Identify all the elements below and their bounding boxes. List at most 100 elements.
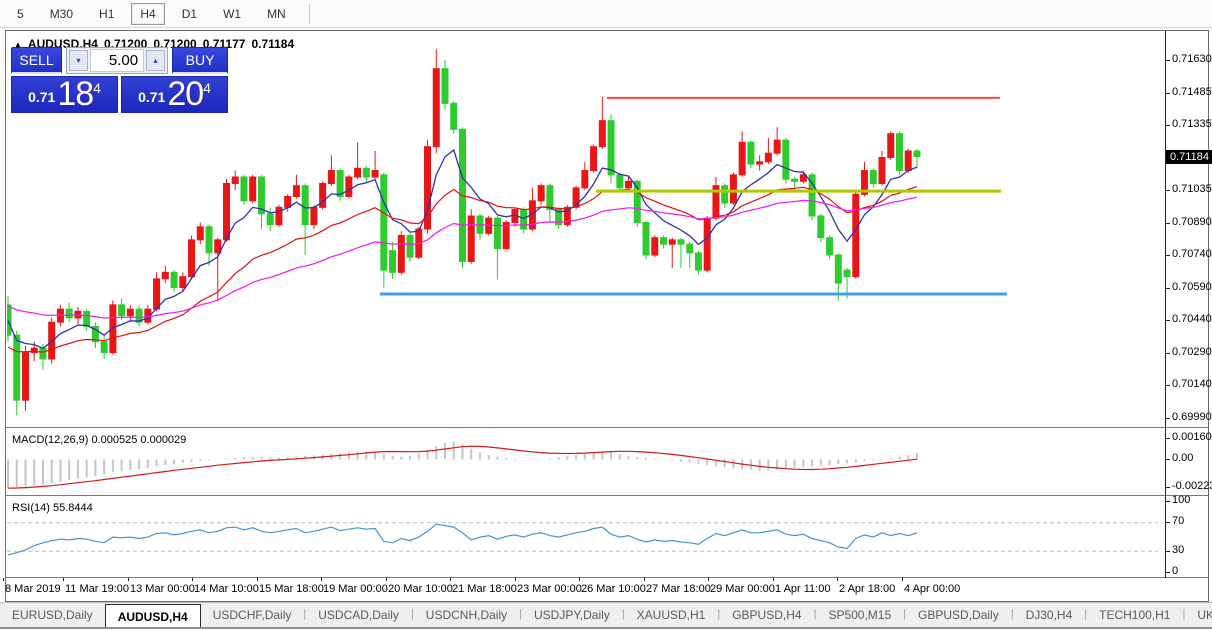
sell-quote-box[interactable]: 0.71 18 4 <box>11 76 118 113</box>
candle-body <box>756 161 764 165</box>
candle-body <box>651 237 659 256</box>
price-axis-label-tick <box>1165 222 1170 224</box>
rsi-axis-label: 0 <box>1172 565 1179 577</box>
timeframe-button-h4[interactable]: H4 <box>131 2 165 25</box>
time-axis-tick <box>644 578 645 581</box>
candle-body <box>179 276 187 289</box>
macd-axis-label-tick <box>1165 438 1170 439</box>
symbol-tab-usdjpy[interactable]: USDJPY,Daily <box>522 603 622 627</box>
candle-body <box>13 334 21 401</box>
price-axis-label-tick <box>1165 60 1170 61</box>
time-axis-tick <box>257 578 258 581</box>
macd-pane-canvas[interactable] <box>7 430 1158 494</box>
macd-axis-label: 0.001605 <box>1172 431 1212 443</box>
symbol-tab-gbpusd[interactable]: GBPUSD,Daily <box>906 603 1011 627</box>
volume-decrease-button[interactable]: ▾ <box>69 50 89 71</box>
price-axis-label: 0.71630 <box>1172 53 1212 65</box>
candle-body <box>336 170 344 198</box>
price-axis-label: 0.71335 <box>1172 118 1212 130</box>
candle-body <box>485 217 493 234</box>
buy-price-prefix: 0.71 <box>138 89 166 105</box>
time-axis-tick <box>63 578 64 581</box>
quote-close: 0.71184 <box>251 37 295 51</box>
candle-body <box>869 170 877 185</box>
candle-body <box>773 139 781 154</box>
symbol-tab-dj30[interactable]: DJ30,H4 <box>1014 603 1085 627</box>
candle-body <box>502 222 510 250</box>
price-axis-label-tick <box>1165 287 1170 289</box>
candle-body <box>39 347 47 360</box>
candle-body <box>721 185 729 204</box>
candle-body <box>406 235 414 258</box>
candle-body <box>581 170 589 189</box>
candle-body <box>301 185 309 226</box>
time-axis-label: 19 Mar 00:00 <box>323 583 388 595</box>
symbol-tab-usdchf[interactable]: USDCHF,Daily <box>201 603 304 627</box>
symbol-tab-usdcad[interactable]: USDCAD,Daily <box>306 603 411 627</box>
symbol-tab-eurusd[interactable]: EURUSD,Daily <box>0 603 105 627</box>
symbol-tab-audusd[interactable]: AUDUSD,H4 <box>104 604 201 627</box>
symbol-tab-usdcnh[interactable]: USDCNH,Daily <box>414 603 519 627</box>
time-axis-tick <box>773 578 774 581</box>
price-axis-label: 0.70590 <box>1172 280 1212 293</box>
candle-body <box>616 174 624 189</box>
time-axis-label: 4 Apr 00:00 <box>904 583 961 595</box>
buy-quote-box[interactable]: 0.71 20 4 <box>121 76 228 113</box>
volume-increase-button[interactable]: ▴ <box>146 50 166 71</box>
candle-body <box>371 170 379 178</box>
rsi-pane-canvas[interactable] <box>7 498 1158 577</box>
candle-body <box>913 150 921 158</box>
time-axis-tick <box>515 578 516 581</box>
pane-splitter-macd[interactable] <box>6 427 1208 429</box>
candle-body <box>843 269 851 278</box>
price-axis-label: 0.70890 <box>1172 215 1212 228</box>
current-price-tag: 0.71184 <box>1166 150 1212 164</box>
price-axis-label: 0.69990 <box>1172 410 1212 423</box>
candle-body <box>345 176 353 198</box>
sell-button[interactable]: SELL <box>11 47 63 74</box>
timeframe-button-h1[interactable]: H1 <box>90 3 123 25</box>
candle-body <box>493 217 501 250</box>
pane-splitter-rsi[interactable] <box>6 495 1208 497</box>
time-axis-tick <box>386 578 387 581</box>
time-axis-label: 27 Mar 18:00 <box>646 583 711 595</box>
price-axis-label-tick <box>1165 255 1170 256</box>
time-axis-tick <box>321 578 322 581</box>
symbol-tab-tech100[interactable]: TECH100,H1 <box>1087 603 1182 627</box>
candle-body <box>266 213 274 226</box>
symbol-tab-sp500[interactable]: SP500,M15 <box>816 603 903 627</box>
volume-input[interactable]: 5.00 <box>90 49 145 72</box>
time-axis-tick <box>3 578 4 581</box>
candle-body <box>450 102 458 130</box>
timeframe-button-w1[interactable]: W1 <box>214 3 250 25</box>
time-axis-label: 15 Mar 18:00 <box>259 583 324 595</box>
price-axis-label-tick <box>1165 92 1170 94</box>
time-axis-label: 13 Mar 00:00 <box>130 583 195 595</box>
rsi-line <box>7 523 918 556</box>
symbol-tab-ukc[interactable]: UKC <box>1185 603 1212 627</box>
candle-body <box>397 235 405 273</box>
trade-panel-controls: SELL ▾ 5.00 ▴ BUY <box>11 47 228 74</box>
timeframe-button-5[interactable]: 5 <box>8 3 33 25</box>
time-axis-label: 8 Mar 2019 <box>5 583 61 595</box>
timeframe-button-mn[interactable]: MN <box>258 3 295 25</box>
candle-body <box>598 120 606 148</box>
symbol-tab-xauusd[interactable]: XAUUSD,H1 <box>625 603 718 627</box>
candle-body <box>327 170 335 185</box>
candle-body <box>21 352 29 401</box>
candle-body <box>196 226 204 241</box>
timeframe-button-m30[interactable]: M30 <box>41 3 82 25</box>
macd-axis-label: -0.002235 <box>1172 480 1212 492</box>
candle-body <box>126 308 134 317</box>
time-axis-label: 1 Apr 11:00 <box>775 583 831 595</box>
candle-body <box>118 304 126 317</box>
price-axis-label-tick <box>1165 320 1170 321</box>
candle-body <box>153 278 161 310</box>
candle-body <box>738 141 746 176</box>
buy-button[interactable]: BUY <box>172 47 228 74</box>
candle-body <box>686 243 694 254</box>
symbol-tab-gbpusd[interactable]: GBPUSD,H4 <box>720 603 813 627</box>
candle-body <box>782 139 790 180</box>
candle-body <box>380 174 388 271</box>
timeframe-button-d1[interactable]: D1 <box>173 3 206 25</box>
